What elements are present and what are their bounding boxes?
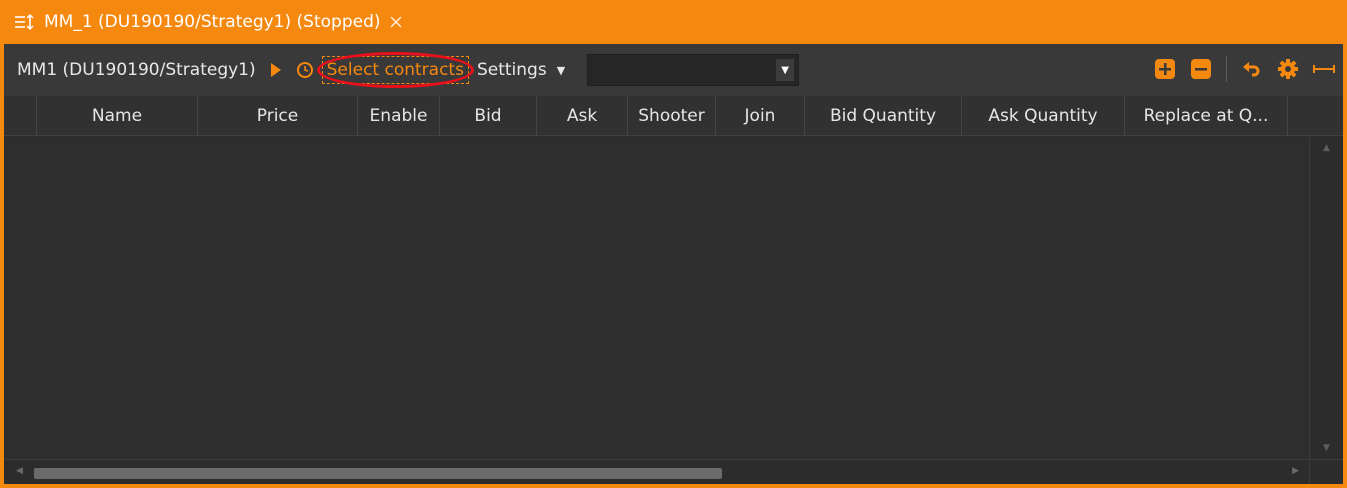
toolbar: MM1 (DU190190/Strategy1) Select contract… (4, 44, 1343, 96)
column-header-select[interactable] (4, 96, 37, 136)
toolbar-actions (1152, 56, 1337, 82)
gear-icon[interactable] (1275, 56, 1301, 82)
scroll-up-icon[interactable]: ▲ (1323, 143, 1330, 153)
play-icon[interactable] (270, 62, 282, 78)
expand-icon[interactable] (1311, 56, 1337, 82)
title-bar: MM_1 (DU190190/Strategy1) (Stopped) (4, 0, 1343, 44)
scrollbar-thumb[interactable] (34, 468, 722, 479)
scroll-down-icon[interactable]: ▼ (1323, 443, 1330, 453)
column-header-join[interactable]: Join (716, 96, 805, 136)
select-contracts-label: Select contracts (326, 60, 464, 80)
undo-icon[interactable] (1239, 56, 1265, 82)
column-header-bid-quantity[interactable]: Bid Quantity (805, 96, 962, 136)
strategy-label: MM1 (DU190190/Strategy1) (17, 60, 256, 80)
close-icon[interactable] (389, 15, 403, 29)
scroll-left-icon[interactable]: ◀ (16, 466, 23, 476)
horizontal-scrollbar[interactable]: ◀ ▶ (4, 459, 1309, 484)
window-title: MM_1 (DU190190/Strategy1) (Stopped) (44, 12, 381, 32)
grid-body (4, 137, 1309, 459)
grid-header: Name Price Enable Bid Ask Shooter Join B… (4, 96, 1343, 136)
column-header-shooter[interactable]: Shooter (628, 96, 716, 136)
contract-combo[interactable]: ▼ (587, 54, 800, 86)
column-header-ask[interactable]: Ask (537, 96, 628, 136)
column-header-price[interactable]: Price (198, 96, 358, 136)
window-menu-icon[interactable] (14, 13, 38, 31)
column-header-name[interactable]: Name (37, 96, 198, 136)
strategy-panel: MM1 (DU190190/Strategy1) Select contract… (4, 44, 1343, 484)
column-header-replace-at-q[interactable]: Replace at Q... (1125, 96, 1288, 136)
column-header-ask-quantity[interactable]: Ask Quantity (962, 96, 1125, 136)
settings-menu[interactable]: Settings ▼ (477, 60, 565, 80)
settings-label: Settings (476, 60, 547, 80)
strategy-window: MM_1 (DU190190/Strategy1) (Stopped) MM1 … (0, 0, 1347, 488)
vertical-scrollbar[interactable]: ▲ ▼ (1309, 137, 1343, 459)
remove-icon[interactable] (1188, 56, 1214, 82)
add-icon[interactable] (1152, 56, 1178, 82)
dropdown-icon[interactable]: ▼ (776, 59, 795, 81)
column-header-enable[interactable]: Enable (358, 96, 440, 136)
select-contracts-button[interactable]: Select contracts (316, 52, 474, 88)
chevron-down-icon: ▼ (556, 63, 566, 77)
column-header-bid[interactable]: Bid (440, 96, 537, 136)
clock-icon[interactable] (296, 61, 314, 79)
toolbar-divider (1226, 56, 1227, 82)
contracts-grid: Name Price Enable Bid Ask Shooter Join B… (4, 96, 1343, 484)
scroll-right-icon[interactable]: ▶ (1292, 466, 1299, 476)
scrollbar-corner (1309, 459, 1343, 484)
